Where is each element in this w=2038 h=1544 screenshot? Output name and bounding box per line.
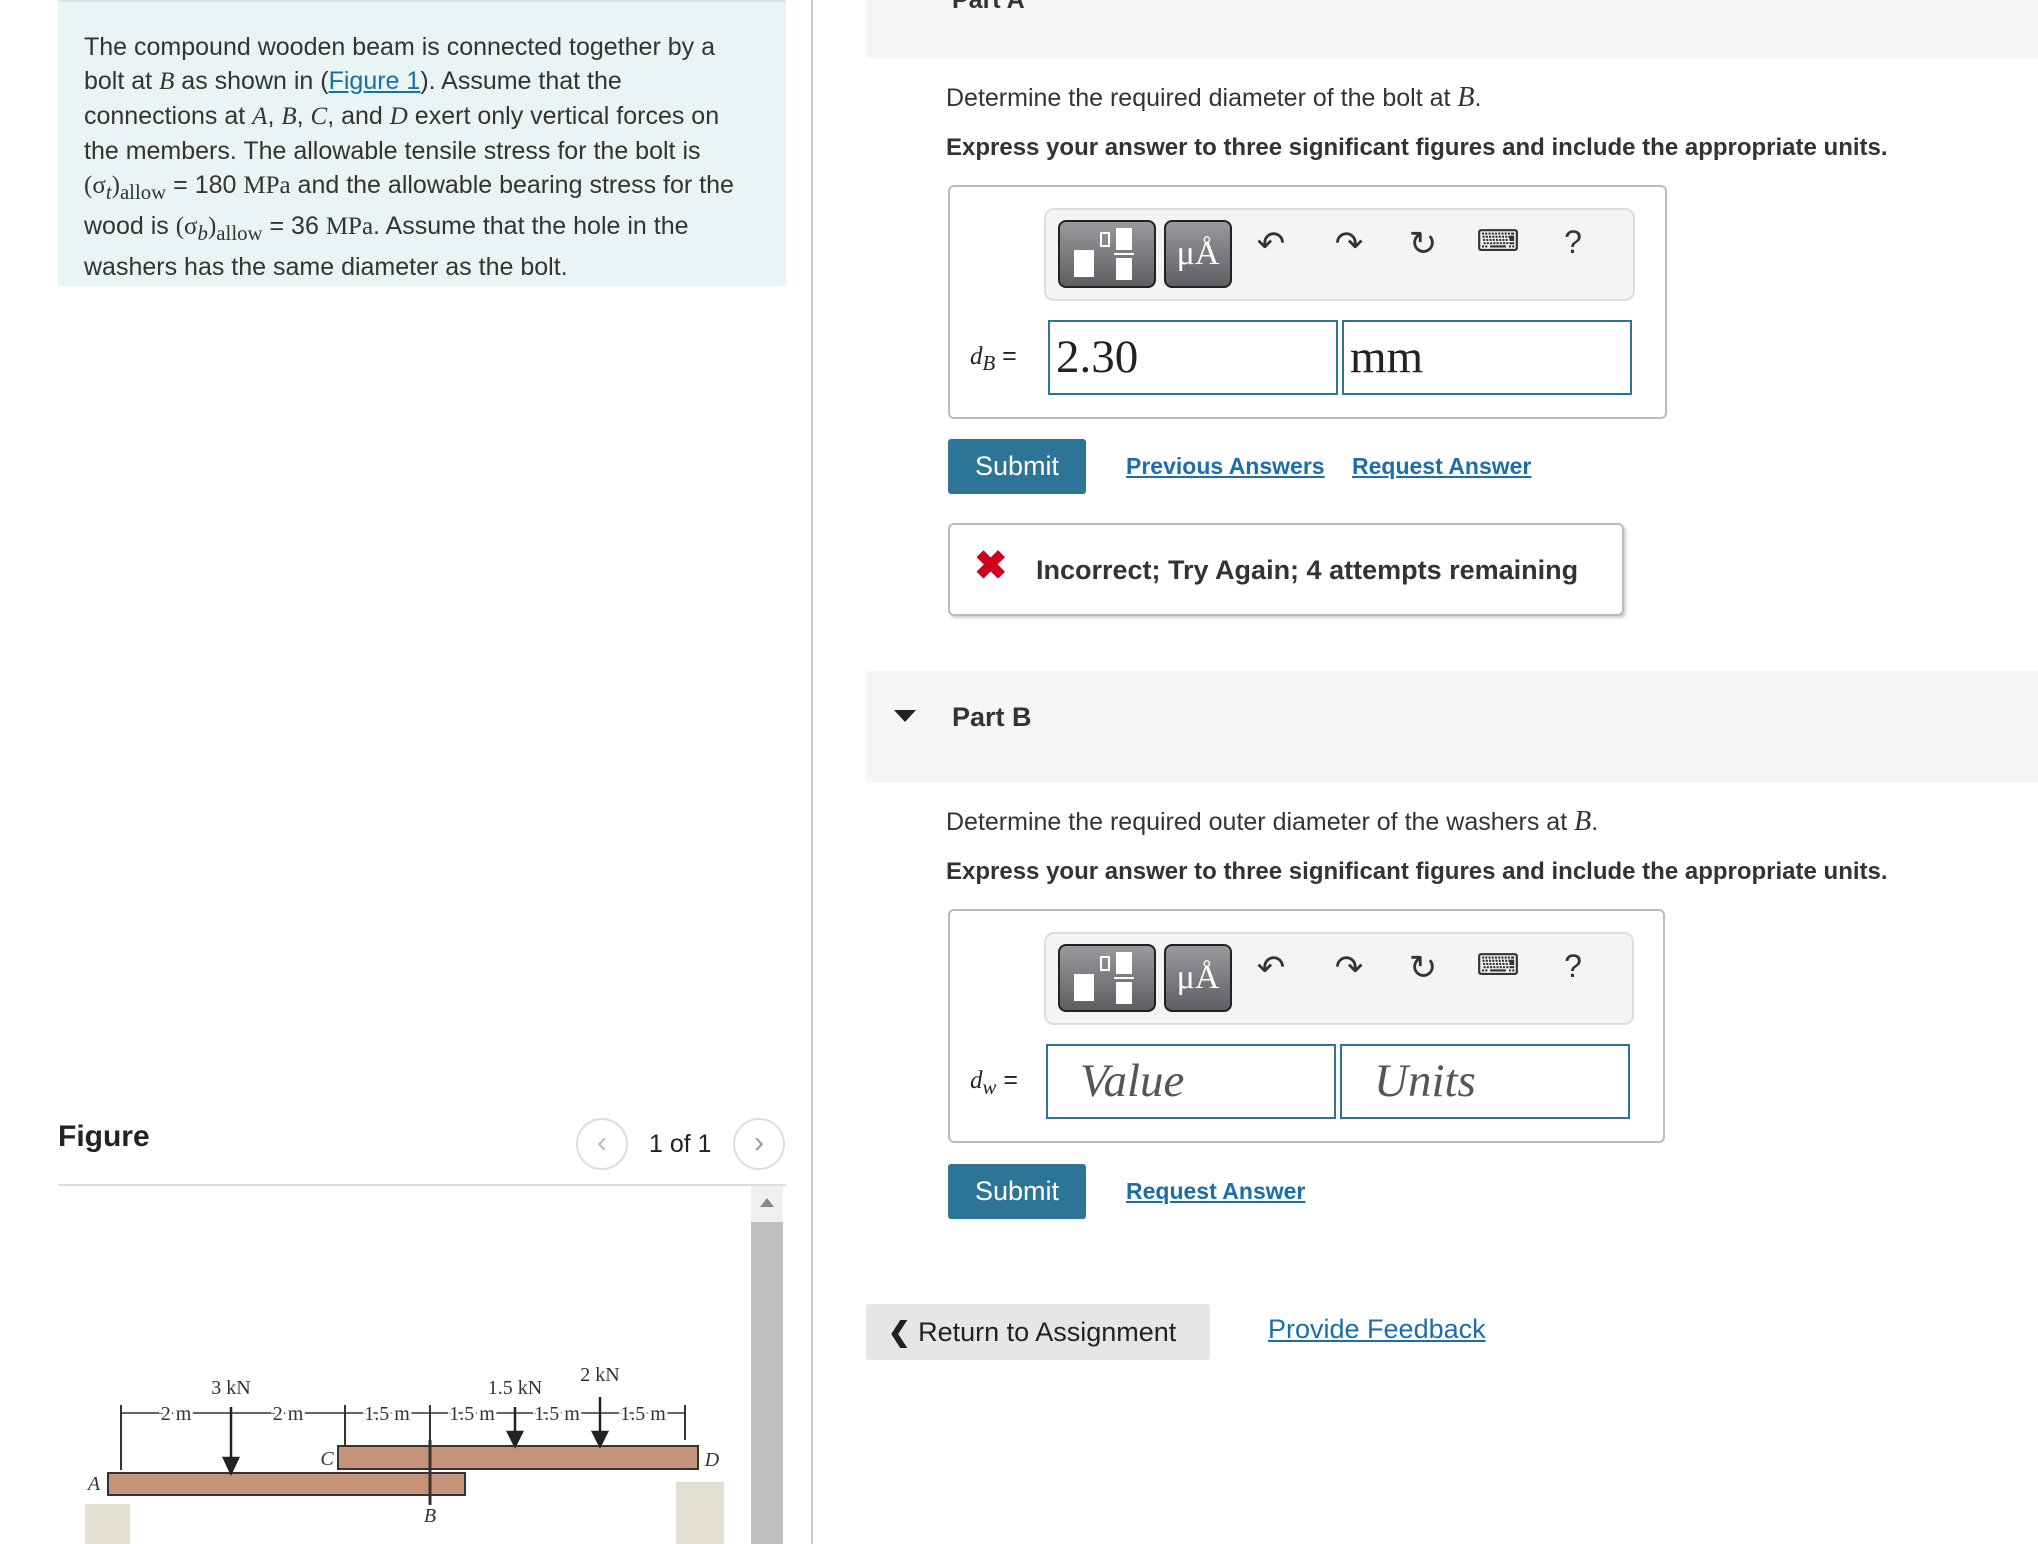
- units-input[interactable]: Units: [1340, 1044, 1630, 1119]
- feedback-message: Incorrect; Try Again; 4 attempts remaini…: [1036, 555, 1579, 585]
- part-b-prompt: Determine the required outer diameter of…: [946, 806, 1599, 837]
- provide-feedback-link[interactable]: Provide Feedback: [1268, 1314, 1486, 1345]
- dim-label: 1.5 m: [449, 1403, 495, 1425]
- request-answer-link-b[interactable]: Request Answer: [1126, 1178, 1305, 1205]
- request-answer-link-a[interactable]: Request Answer: [1352, 453, 1531, 480]
- redo-icon[interactable]: ↷: [1324, 224, 1374, 264]
- units-input[interactable]: mm: [1342, 320, 1632, 395]
- math-toolbar: μÅ ↶ ↷ ↻ ⌨ ?: [1044, 208, 1635, 301]
- sub: w: [982, 1075, 997, 1099]
- var: d: [970, 343, 983, 370]
- help-icon[interactable]: ?: [1548, 224, 1598, 261]
- chevron-left-icon: ❮: [888, 1317, 911, 1347]
- answer-box-b: μÅ ↶ ↷ ↻ ⌨ ? dw = Value Units: [948, 909, 1665, 1143]
- support-d: [676, 1482, 724, 1544]
- error-icon: ✖: [974, 544, 1008, 588]
- part-a-header[interactable]: Part A: [866, 0, 2038, 58]
- part-b-header[interactable]: Part B: [866, 671, 2038, 783]
- point-label: B: [424, 1505, 436, 1527]
- reset-icon[interactable]: ↻: [1398, 948, 1448, 988]
- help-icon[interactable]: ?: [1548, 948, 1598, 985]
- keyboard-icon[interactable]: ⌨: [1473, 948, 1523, 983]
- previous-answers-link[interactable]: Previous Answers: [1126, 453, 1325, 480]
- part-a-prompt: Determine the required diameter of the b…: [946, 82, 1482, 113]
- support-a: [85, 1504, 130, 1544]
- text: Determine the required diameter of the b…: [946, 84, 1458, 112]
- dim-label: 1.5 m: [534, 1403, 580, 1425]
- panel-divider: [811, 0, 813, 1544]
- text: Determine the required outer diameter of…: [946, 808, 1575, 836]
- load-label: 3 kN: [211, 1377, 250, 1399]
- undo-icon[interactable]: ↶: [1246, 224, 1296, 264]
- submit-button-a[interactable]: Submit: [948, 439, 1086, 494]
- lower-beam: [107, 1472, 466, 1496]
- dim-label: 1.5 m: [620, 1403, 666, 1425]
- units-button[interactable]: μÅ: [1164, 220, 1232, 288]
- sub: B: [982, 351, 996, 375]
- value-input[interactable]: 2.30: [1048, 320, 1338, 395]
- dim-label: 1.5 m: [364, 1403, 410, 1425]
- var: B: [1457, 82, 1475, 113]
- reset-icon[interactable]: ↻: [1398, 224, 1448, 264]
- redo-icon[interactable]: ↷: [1324, 948, 1374, 988]
- undo-icon[interactable]: ↶: [1246, 948, 1296, 988]
- submit-button-b[interactable]: Submit: [948, 1164, 1086, 1219]
- dim-label: 2 m: [161, 1403, 192, 1425]
- point-label: D: [704, 1449, 720, 1471]
- answer-label: dB =: [970, 342, 1017, 375]
- beam-figure: 3 kN 1.5 kN 2 kN 2 m 2 m 1.5 m 1.5 m 1.5…: [85, 1364, 724, 1544]
- templates-button[interactable]: [1058, 220, 1156, 288]
- keyboard-icon[interactable]: ⌨: [1473, 224, 1523, 259]
- upper-beam: [337, 1445, 699, 1470]
- point-label: A: [86, 1473, 101, 1495]
- part-b-title: Part B: [952, 702, 1032, 732]
- collapse-triangle-icon[interactable]: [894, 710, 916, 722]
- dim-label: 2 m: [273, 1403, 304, 1425]
- feedback-box: ✖ Incorrect; Try Again; 4 attempts remai…: [948, 523, 1624, 616]
- units-button[interactable]: μÅ: [1164, 944, 1232, 1012]
- part-b-instruction: Express your answer to three significant…: [946, 858, 1888, 885]
- value-input[interactable]: Value: [1046, 1044, 1336, 1119]
- var: B: [1574, 806, 1592, 837]
- math-toolbar: μÅ ↶ ↷ ↻ ⌨ ?: [1044, 932, 1634, 1025]
- var: d: [970, 1067, 983, 1094]
- part-a-title: Part A: [952, 0, 1025, 14]
- answer-box-a: μÅ ↶ ↷ ↻ ⌨ ? dB = 2.30 mm: [948, 185, 1667, 419]
- point-label: C: [320, 1448, 334, 1470]
- answer-label: dw =: [970, 1066, 1018, 1099]
- return-to-assignment-button[interactable]: ❮ Return to Assignment: [866, 1304, 1210, 1360]
- templates-button[interactable]: [1058, 944, 1156, 1012]
- load-label: 1.5 kN: [488, 1377, 542, 1399]
- label: Return to Assignment: [918, 1317, 1177, 1347]
- part-a-instruction: Express your answer to three significant…: [946, 134, 1888, 161]
- load-label: 2 kN: [580, 1364, 619, 1386]
